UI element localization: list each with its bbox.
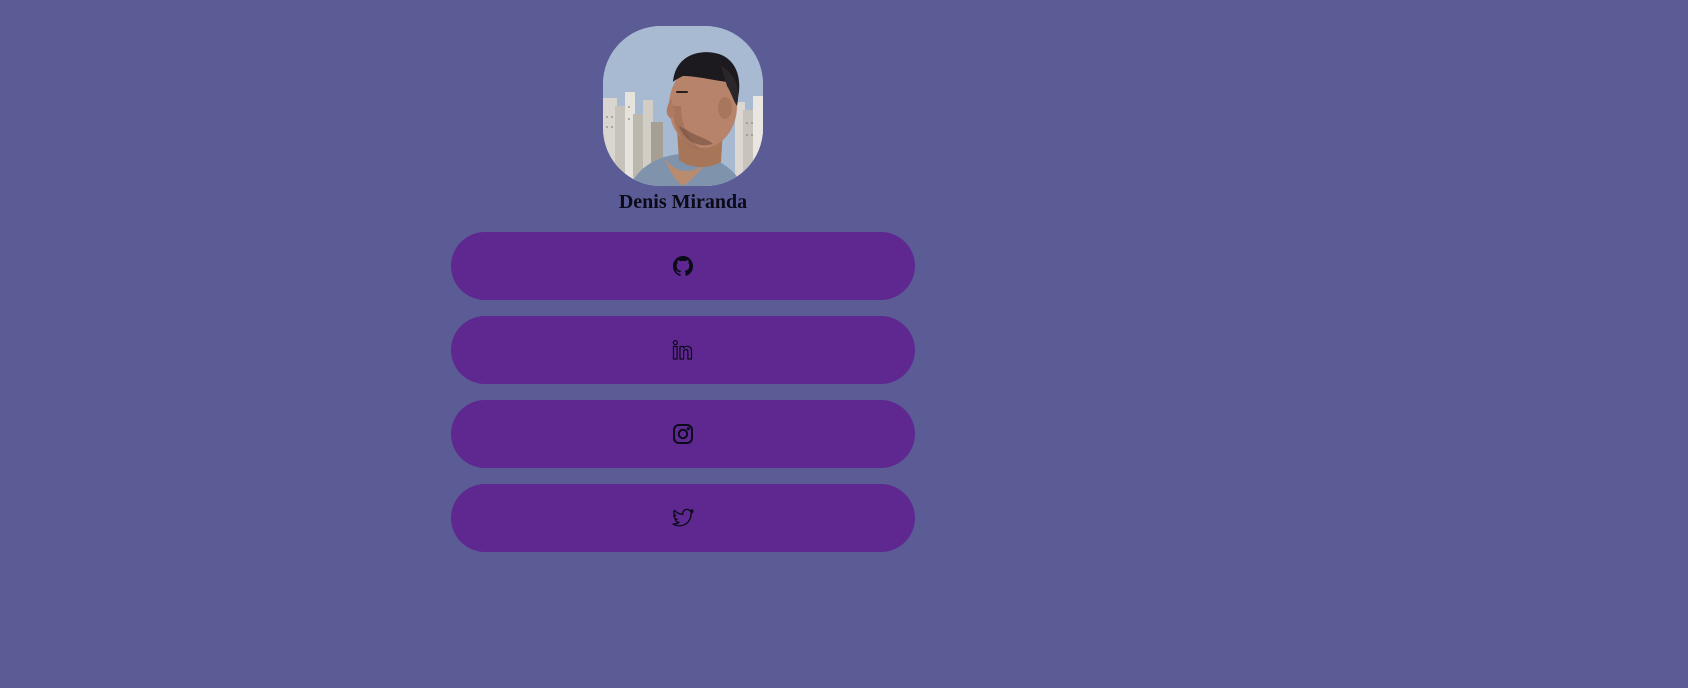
linkedin-icon [671,338,695,362]
twitter-icon [671,506,695,530]
linkedin-link-button[interactable] [451,316,915,384]
github-icon [671,254,695,278]
social-links [451,232,915,552]
avatar [603,26,763,186]
twitter-link-button[interactable] [451,484,915,552]
instagram-icon [671,422,695,446]
profile-name: Denis Miranda [618,191,748,213]
avatar-photo [603,26,763,186]
profile-card: Denis Miranda [451,26,915,552]
github-link-button[interactable] [451,232,915,300]
instagram-link-button[interactable] [451,400,915,468]
